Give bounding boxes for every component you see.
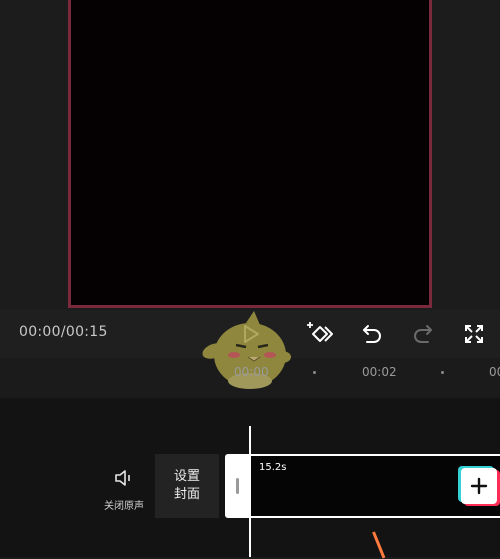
tick-dot xyxy=(313,371,316,374)
tick-dot xyxy=(441,371,444,374)
add-keyframe-button[interactable] xyxy=(304,318,336,350)
undo-icon xyxy=(363,325,381,343)
add-clip-button[interactable] xyxy=(461,468,497,504)
timeline-ruler[interactable]: 00:00 00:02 00 xyxy=(0,358,500,398)
clip-trim-handle[interactable] xyxy=(225,454,251,518)
redo-button[interactable] xyxy=(407,318,439,350)
trim-handle-grip xyxy=(236,478,239,494)
clip-duration: 15.2s xyxy=(259,462,287,473)
video-preview-frame[interactable] xyxy=(68,0,432,308)
playhead[interactable] xyxy=(249,426,251,557)
fullscreen-icon xyxy=(465,325,483,343)
set-cover-label-line2: 封面 xyxy=(173,487,200,502)
tick-label: 00:00 xyxy=(234,365,269,379)
set-cover-button[interactable]: 设置 封面 xyxy=(155,454,219,518)
plus-icon xyxy=(470,477,488,495)
speaker-icon xyxy=(115,470,130,486)
mute-original-audio-button[interactable]: 关闭原声 xyxy=(82,468,166,516)
keyframe-add-icon xyxy=(307,322,333,342)
mute-original-audio-label: 关闭原声 xyxy=(104,501,144,512)
redo-icon xyxy=(414,325,432,343)
tick-label: 00 xyxy=(489,365,500,379)
fullscreen-button[interactable] xyxy=(458,318,490,350)
video-preview-area xyxy=(0,0,500,310)
undo-button[interactable] xyxy=(356,318,388,350)
time-display: 00:00/00:15 xyxy=(19,324,108,340)
tick-label: 00:02 xyxy=(362,365,397,379)
set-cover-label-line1: 设置 xyxy=(173,469,200,484)
